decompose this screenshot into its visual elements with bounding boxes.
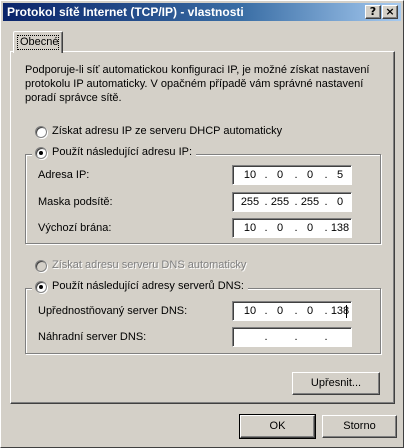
text-caret <box>346 305 347 318</box>
octet: 0 <box>306 222 314 234</box>
help-button[interactable]: ? <box>365 5 381 19</box>
octet: 10 <box>243 305 257 317</box>
ip-address-label: Adresa IP: <box>38 169 90 181</box>
separator: . <box>324 331 328 343</box>
octet: 0 <box>306 169 314 181</box>
advanced-button[interactable]: Upřesnit... <box>292 372 380 395</box>
octet: 0 <box>336 196 344 208</box>
octet: 10 <box>243 169 257 181</box>
dialog-window: Protokol sítě Internet (TCP/IP) - vlastn… <box>0 0 404 448</box>
octet: 0 <box>276 169 284 181</box>
alternate-dns-label: Náhradní server DNS: <box>38 331 147 343</box>
octet: 5 <box>336 169 344 181</box>
ip-manual-label[interactable]: Použít následující adresu IP: <box>52 146 192 158</box>
octet: 138 <box>330 305 350 317</box>
dns-auto-label[interactable]: Získat adresu serveru DNS automaticky <box>52 259 246 271</box>
ip-auto-radio[interactable] <box>35 126 47 138</box>
separator: . <box>294 331 298 343</box>
title-bar[interactable]: Protokol sítě Internet (TCP/IP) - vlastn… <box>3 3 401 21</box>
dns-manual-radio[interactable] <box>35 281 47 293</box>
tab-focus-rect <box>17 35 59 50</box>
tab-general[interactable]: Obecné <box>13 31 63 53</box>
default-gateway-input[interactable]: 10 . 0 . 0 . 138 <box>232 218 352 238</box>
alternate-dns-input[interactable]: . . . <box>232 327 352 347</box>
close-button[interactable]: × <box>382 5 398 19</box>
preferred-dns-input[interactable]: 10 . 0 . 0 . 138 <box>232 301 352 321</box>
dns-manual-label[interactable]: Použít následující adresy serverů DNS: <box>52 280 244 292</box>
separator: . <box>264 331 268 343</box>
octet: 255 <box>300 196 320 208</box>
octet: 138 <box>330 222 350 234</box>
ip-manual-radio[interactable] <box>35 147 47 159</box>
subnet-mask-label: Maska podsítě: <box>38 196 113 208</box>
octet: 0 <box>276 222 284 234</box>
ip-auto-label[interactable]: Získat adresu IP ze serveru DHCP automat… <box>52 125 282 137</box>
close-icon: × <box>385 5 395 18</box>
octet: 0 <box>306 305 314 317</box>
default-gateway-label: Výchozí brána: <box>38 222 112 234</box>
octet: 255 <box>270 196 290 208</box>
description-text: Podporuje-li síť automatickou konfigurac… <box>25 64 370 104</box>
ok-button[interactable]: OK <box>239 414 316 439</box>
cancel-button[interactable]: Storno <box>322 415 397 438</box>
window-title: Protokol sítě Internet (TCP/IP) - vlastn… <box>7 5 244 19</box>
dns-auto-radio[interactable] <box>35 260 47 272</box>
octet: 10 <box>243 222 257 234</box>
octet: 255 <box>240 196 260 208</box>
subnet-mask-input[interactable]: 255 . 255 . 255 . 0 <box>232 192 352 212</box>
ip-address-input[interactable]: 10 . 0 . 0 . 5 <box>232 165 352 185</box>
preferred-dns-label: Upřednostňovaný server DNS: <box>38 305 188 317</box>
octet: 0 <box>276 305 284 317</box>
